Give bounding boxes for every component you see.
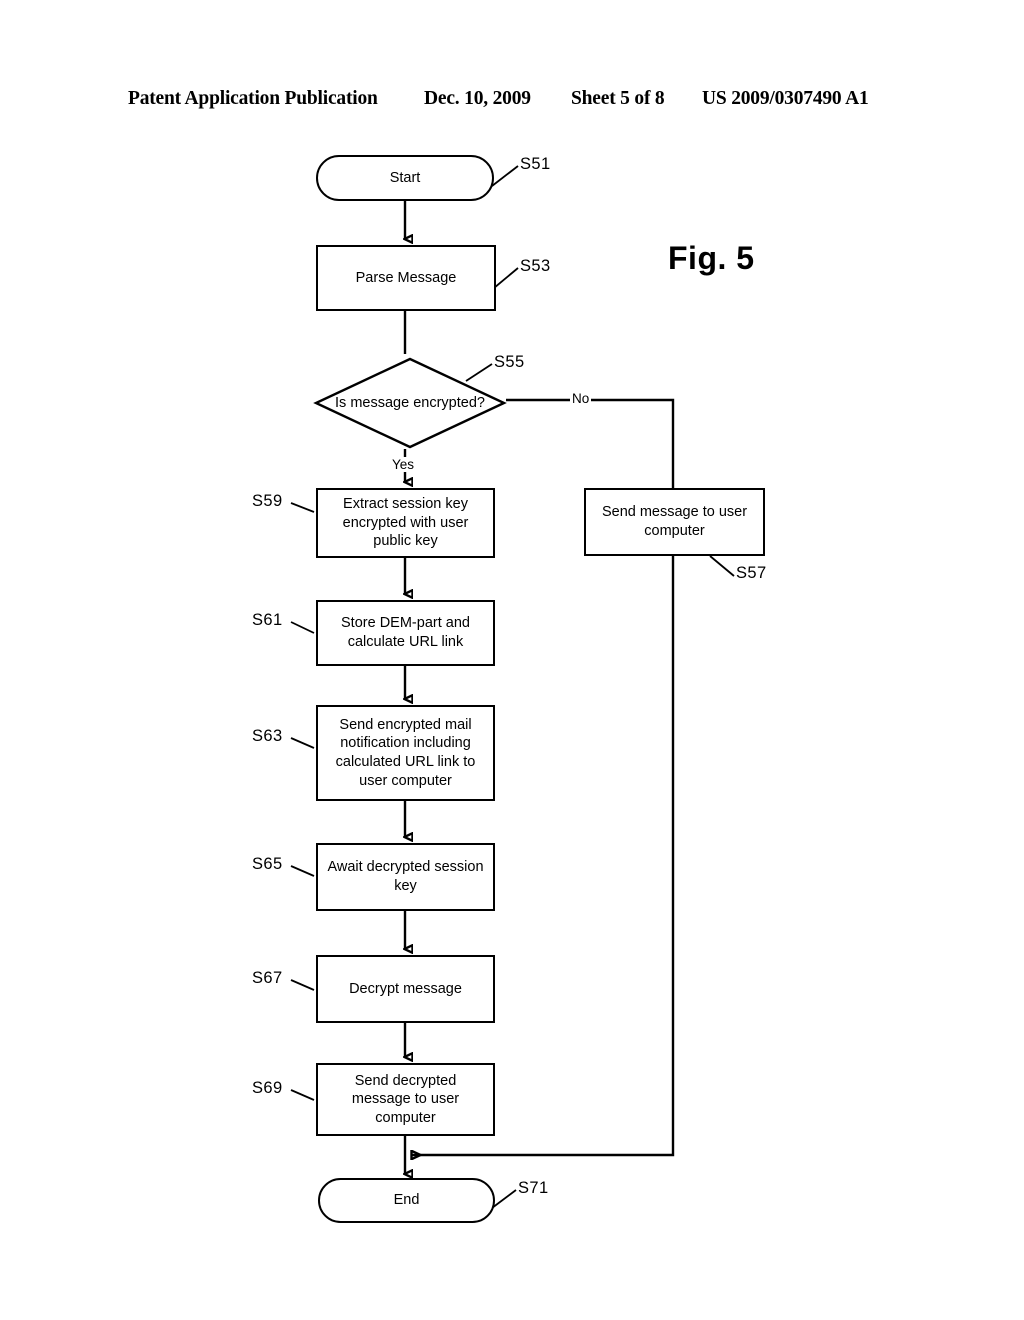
step-tag-s71: S71 [518, 1179, 549, 1197]
step-tag-s55: S55 [494, 353, 525, 371]
node-extract-session-key: Extract session key encrypted with user … [316, 488, 495, 558]
step-tag-s53: S53 [520, 257, 551, 275]
page-header: Patent Application Publication Dec. 10, … [0, 88, 1024, 116]
leader-s57 [709, 555, 735, 577]
step-tag-s69: S69 [252, 1079, 283, 1097]
step-tag-s51: S51 [520, 155, 551, 173]
header-date: Dec. 10, 2009 [424, 88, 531, 109]
step-tag-s63: S63 [252, 727, 283, 745]
node-decrypt-message: Decrypt message [316, 955, 495, 1023]
step-tag-s57: S57 [736, 564, 767, 582]
node-is-message-encrypted: Is message encrypted? [313, 357, 507, 449]
figure-label: Fig. 5 [668, 240, 755, 276]
leader-s63 [290, 737, 315, 749]
node-send-encrypted-mail-notification: Send encrypted mail notification includi… [316, 705, 495, 801]
header-sheet: Sheet 5 of 8 [571, 88, 665, 109]
flowchart-connectors [290, 165, 735, 1209]
branch-label-yes: Yes [390, 457, 417, 472]
node-await-decrypted-session-key: Await decrypted session key [316, 843, 495, 911]
step-tag-s67: S67 [252, 969, 283, 987]
leader-s61 [290, 621, 315, 634]
node-start: Start [316, 155, 494, 201]
leader-s69 [290, 1089, 315, 1101]
step-tag-s59: S59 [252, 492, 283, 510]
node-parse-message: Parse Message [316, 245, 496, 311]
patent-figure-page: Patent Application Publication Dec. 10, … [0, 0, 1024, 1320]
header-publication: Patent Application Publication [128, 88, 378, 109]
leader-s67 [290, 979, 315, 991]
step-tag-s61: S61 [252, 611, 283, 629]
connector-s55-no-branch [506, 398, 675, 488]
branch-label-no: No [570, 391, 592, 406]
step-tag-s65: S65 [252, 855, 283, 873]
leader-s53 [493, 267, 519, 289]
leader-s59 [290, 502, 315, 513]
node-send-message-to-user-computer: Send message to user computer [584, 488, 765, 556]
leader-s51 [491, 165, 519, 187]
node-store-dem-part: Store DEM-part and calculate URL link [316, 600, 495, 666]
leader-s65 [290, 865, 315, 877]
node-send-decrypted-message: Send decrypted message to user computer [316, 1063, 495, 1136]
header-patent-number: US 2009/0307490 A1 [702, 88, 869, 109]
decision-label: Is message encrypted? [335, 394, 485, 411]
leader-s71 [491, 1189, 517, 1209]
node-end: End [318, 1178, 495, 1223]
